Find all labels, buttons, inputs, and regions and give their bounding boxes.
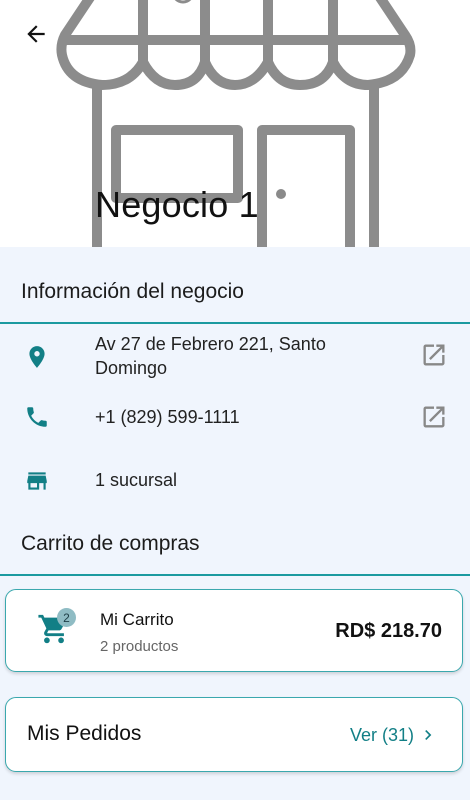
orders-card[interactable]: Mis Pedidos Ver (31) bbox=[5, 697, 463, 772]
open-external-icon bbox=[423, 344, 445, 366]
cart-card[interactable]: 2 Mi Carrito 2 productos RD$ 218.70 bbox=[5, 589, 463, 672]
address-line-1: Av 27 de Febrero 221, Santo bbox=[95, 334, 326, 354]
open-external-icon bbox=[423, 406, 445, 428]
location-pin-icon bbox=[22, 342, 52, 372]
arrow-left-icon bbox=[27, 25, 45, 43]
cart-subtitle: 2 productos bbox=[100, 638, 179, 655]
open-address-button[interactable] bbox=[418, 339, 450, 371]
page-indicator-dot bbox=[276, 189, 286, 199]
view-orders-link[interactable]: Ver (31) bbox=[350, 725, 414, 746]
cart-count-badge: 2 bbox=[57, 608, 76, 627]
page-title: Negocio 1 bbox=[95, 184, 259, 225]
hero-banner: Negocio 1 bbox=[0, 0, 470, 247]
branches-text: 1 sucursal bbox=[95, 470, 178, 490]
orders-title: Mis Pedidos bbox=[27, 722, 142, 745]
section-divider bbox=[0, 574, 470, 576]
section-divider bbox=[0, 322, 470, 324]
phone-text: +1 (829) 599-1111 bbox=[95, 407, 240, 427]
cart-total: RD$ 218.70 bbox=[335, 620, 442, 642]
address-text: Av 27 de Febrero 221, Santo Domingo bbox=[95, 332, 385, 380]
section-heading-business-info: Información del negocio bbox=[21, 280, 244, 303]
cart-title: Mi Carrito bbox=[100, 610, 174, 629]
address-line-2: Domingo bbox=[95, 358, 168, 378]
store-icon bbox=[22, 466, 52, 496]
call-phone-button[interactable] bbox=[418, 401, 450, 433]
chevron-right-icon[interactable] bbox=[418, 725, 438, 745]
back-button[interactable] bbox=[18, 16, 54, 52]
phone-icon bbox=[22, 402, 52, 432]
section-heading-cart: Carrito de compras bbox=[21, 532, 200, 555]
